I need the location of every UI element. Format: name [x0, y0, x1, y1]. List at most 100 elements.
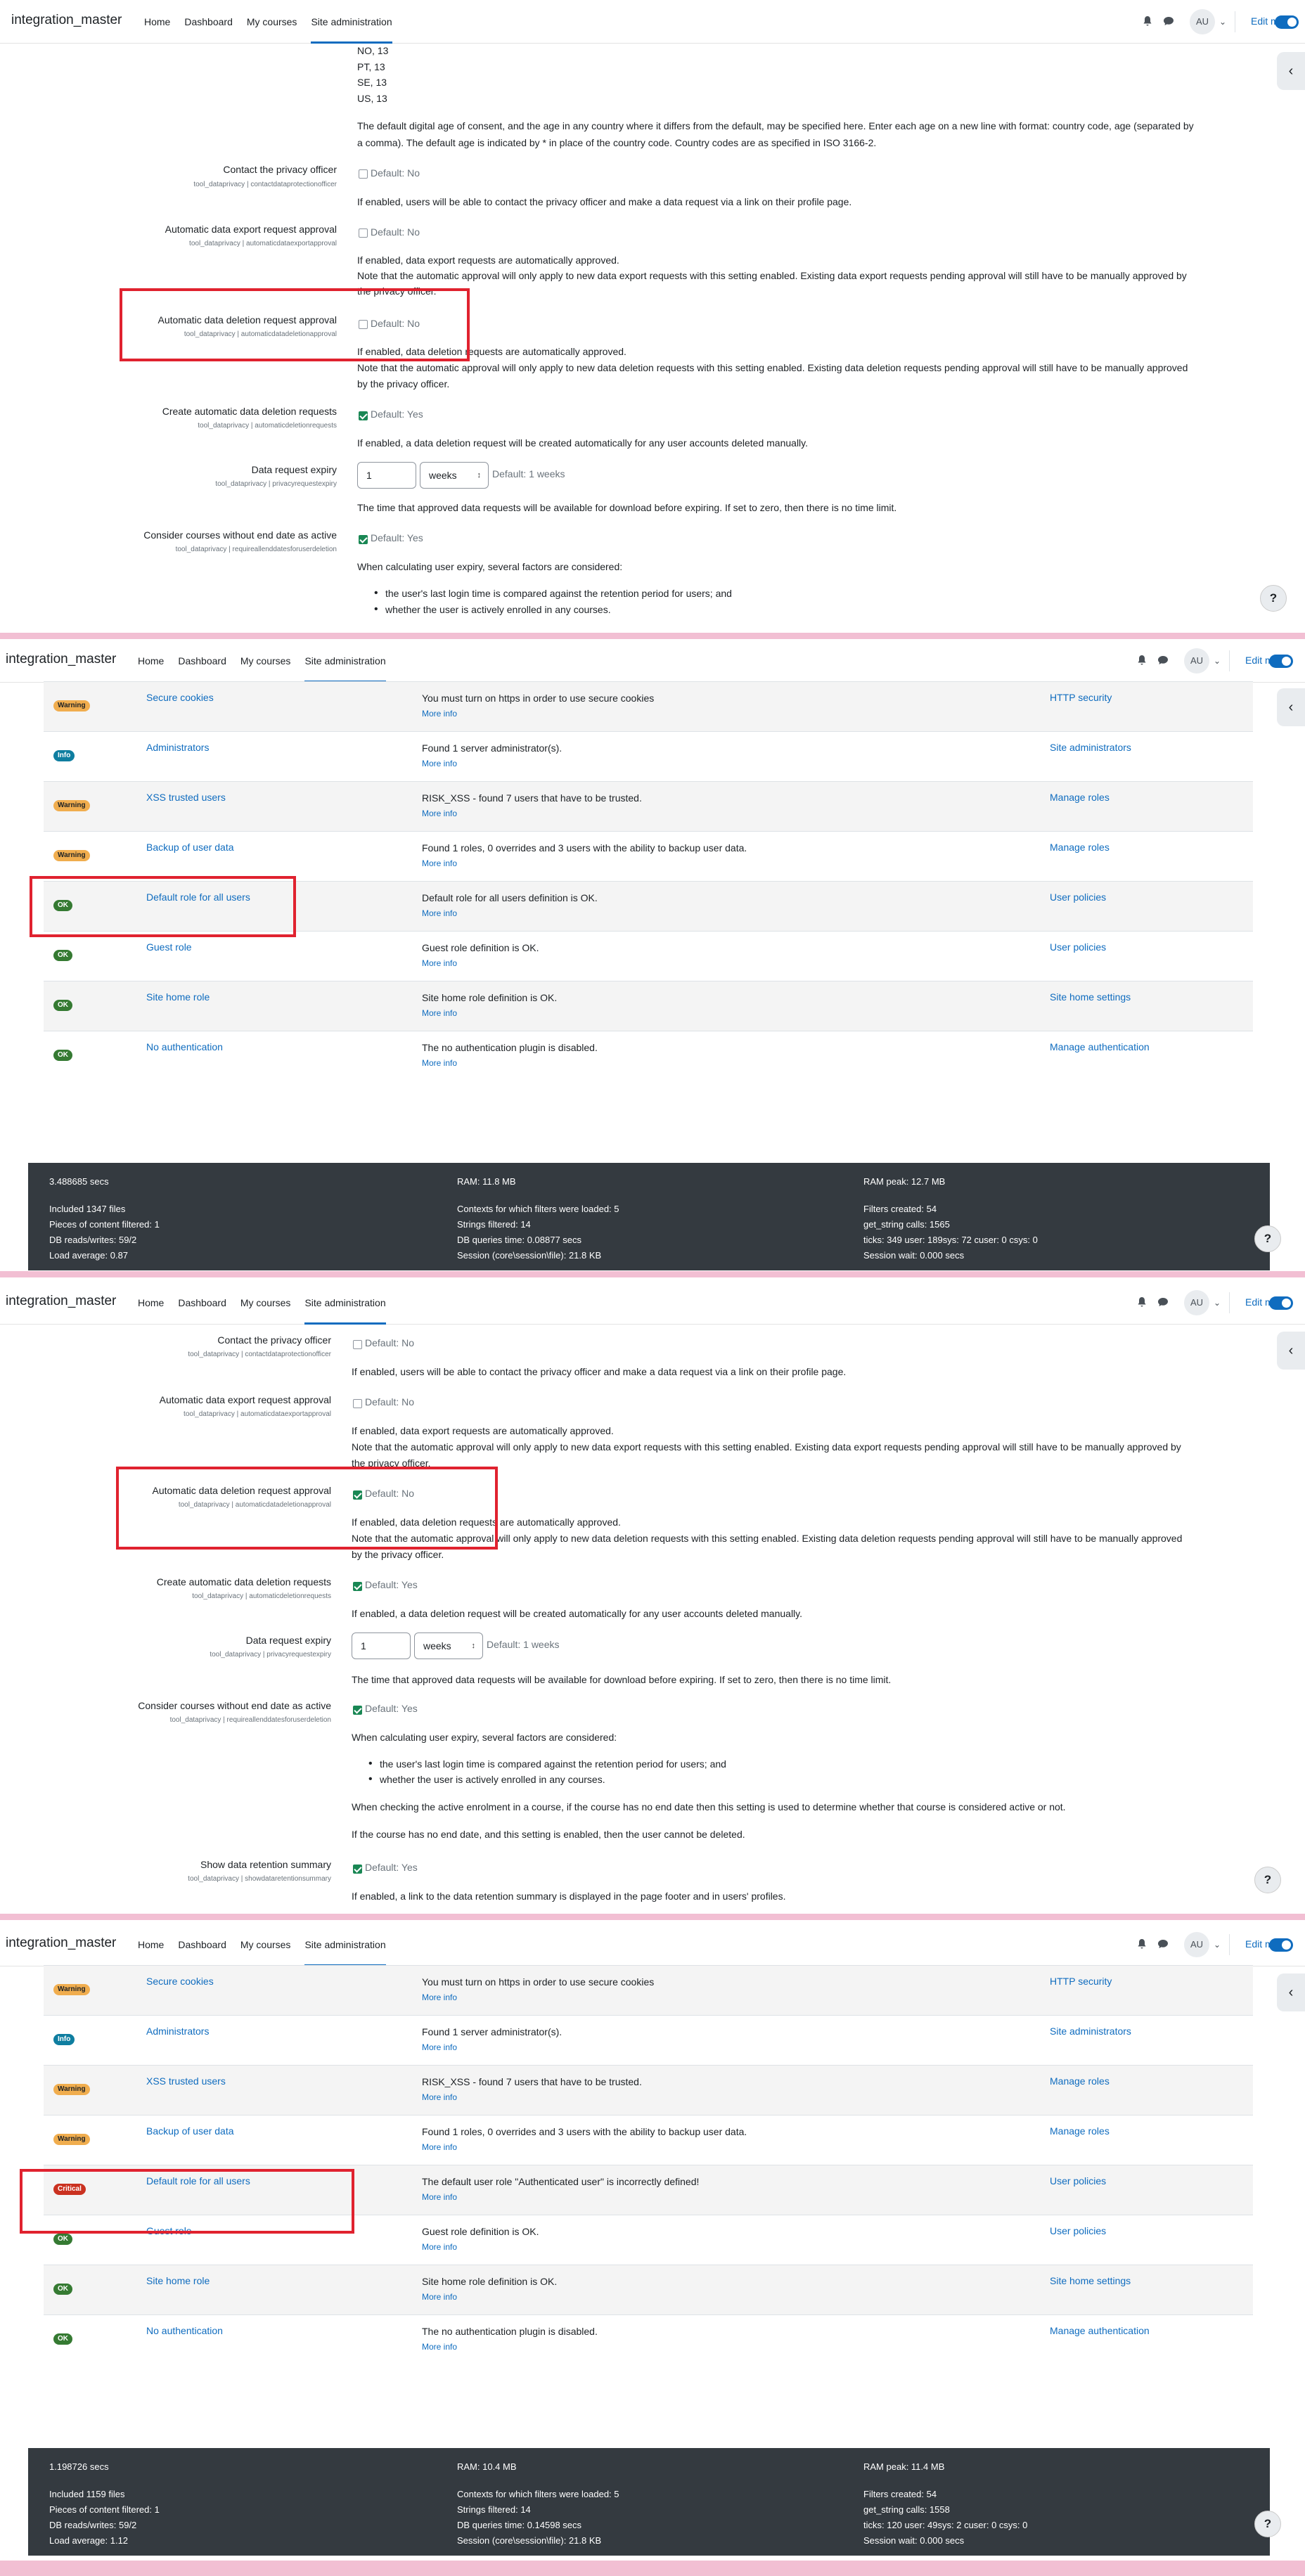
- more-info-link[interactable]: More info: [422, 1008, 457, 1018]
- action-link[interactable]: Site home settings: [1050, 2275, 1131, 2286]
- open-drawer-chevron-left-icon[interactable]: ‹: [1277, 1973, 1305, 2011]
- more-info-link[interactable]: More info: [422, 809, 457, 818]
- action-link[interactable]: Site administrators: [1050, 742, 1131, 753]
- contact-dpo-checkbox[interactable]: [353, 1340, 362, 1349]
- nav-dashboard[interactable]: Dashboard: [184, 0, 233, 44]
- nav-my-courses[interactable]: My courses: [240, 639, 291, 683]
- check-name-link[interactable]: No authentication: [146, 2325, 223, 2336]
- nav-home[interactable]: Home: [144, 0, 170, 44]
- more-info-link[interactable]: More info: [422, 908, 457, 918]
- action-link[interactable]: Manage roles: [1050, 842, 1110, 853]
- messages-chat-icon[interactable]: [1157, 1938, 1169, 1950]
- site-name[interactable]: integration_master: [6, 652, 116, 667]
- messages-chat-icon[interactable]: [1157, 1296, 1169, 1308]
- check-name-link[interactable]: Secure cookies: [146, 692, 214, 703]
- check-name-link[interactable]: No authentication: [146, 1041, 223, 1052]
- check-name-link[interactable]: Site home role: [146, 2275, 210, 2286]
- messages-chat-icon[interactable]: [1157, 655, 1169, 666]
- request-expiry-unit-select[interactable]: weeks: [420, 462, 489, 489]
- open-drawer-chevron-left-icon[interactable]: ‹: [1277, 688, 1305, 726]
- messages-chat-icon[interactable]: [1163, 15, 1174, 27]
- more-info-link[interactable]: More info: [422, 2242, 457, 2252]
- request-expiry-input[interactable]: 1: [352, 1632, 411, 1659]
- check-name-link[interactable]: Backup of user data: [146, 842, 234, 853]
- auto-export-approval-checkbox[interactable]: [359, 228, 368, 238]
- more-info-link[interactable]: More info: [422, 1058, 457, 1068]
- edit-mode-toggle[interactable]: [1269, 1938, 1293, 1952]
- user-menu-chevron-down-icon[interactable]: ⌄: [1214, 1298, 1221, 1308]
- check-name-link[interactable]: XSS trusted users: [146, 2075, 226, 2087]
- site-name[interactable]: integration_master: [6, 1294, 116, 1309]
- action-link[interactable]: User policies: [1050, 941, 1106, 953]
- nav-site-administration[interactable]: Site administration: [311, 0, 392, 44]
- request-expiry-input[interactable]: 1: [357, 462, 416, 489]
- nav-my-courses[interactable]: My courses: [240, 1281, 291, 1325]
- check-name-link[interactable]: Guest role: [146, 941, 192, 953]
- site-name[interactable]: integration_master: [11, 13, 122, 28]
- auto-export-approval-checkbox[interactable]: [353, 1399, 362, 1408]
- more-info-link[interactable]: More info: [422, 2092, 457, 2102]
- action-link[interactable]: Site administrators: [1050, 2026, 1131, 2037]
- open-drawer-chevron-left-icon[interactable]: ‹: [1277, 52, 1305, 90]
- action-link[interactable]: Manage roles: [1050, 2125, 1110, 2137]
- courses-no-enddate-checkbox[interactable]: [353, 1706, 362, 1715]
- action-link[interactable]: Manage roles: [1050, 2075, 1110, 2087]
- nav-my-courses[interactable]: My courses: [240, 1923, 291, 1966]
- nav-site-administration[interactable]: Site administration: [304, 639, 386, 683]
- action-link[interactable]: Manage roles: [1050, 792, 1110, 803]
- site-name[interactable]: integration_master: [6, 1936, 116, 1951]
- notifications-bell-icon[interactable]: [1136, 1938, 1148, 1950]
- more-info-link[interactable]: More info: [422, 759, 457, 768]
- notifications-bell-icon[interactable]: [1136, 655, 1148, 666]
- check-name-link[interactable]: Secure cookies: [146, 1976, 214, 1987]
- more-info-link[interactable]: More info: [422, 858, 457, 868]
- create-deletion-requests-checkbox[interactable]: [353, 1582, 362, 1591]
- more-info-link[interactable]: More info: [422, 2142, 457, 2152]
- notifications-bell-icon[interactable]: [1136, 1296, 1148, 1308]
- retention-summary-checkbox[interactable]: [353, 1865, 362, 1874]
- help-question-icon[interactable]: ?: [1254, 2511, 1281, 2537]
- action-link[interactable]: Site home settings: [1050, 991, 1131, 1003]
- more-info-link[interactable]: More info: [422, 2342, 457, 2352]
- nav-home[interactable]: Home: [138, 1923, 164, 1966]
- user-menu-chevron-down-icon[interactable]: ⌄: [1214, 1940, 1221, 1950]
- user-avatar[interactable]: AU: [1184, 648, 1209, 674]
- nav-home[interactable]: Home: [138, 1281, 164, 1325]
- check-name-link[interactable]: Administrators: [146, 2026, 209, 2037]
- more-info-link[interactable]: More info: [422, 709, 457, 719]
- check-name-link[interactable]: Backup of user data: [146, 2125, 234, 2137]
- user-menu-chevron-down-icon[interactable]: ⌄: [1219, 17, 1226, 27]
- courses-no-enddate-checkbox[interactable]: [359, 535, 368, 544]
- check-name-link[interactable]: Administrators: [146, 742, 209, 753]
- action-link[interactable]: Manage authentication: [1050, 2325, 1150, 2336]
- check-name-link[interactable]: Site home role: [146, 991, 210, 1003]
- nav-dashboard[interactable]: Dashboard: [178, 1923, 226, 1966]
- nav-home[interactable]: Home: [138, 639, 164, 683]
- action-link[interactable]: User policies: [1050, 2175, 1106, 2187]
- more-info-link[interactable]: More info: [422, 2042, 457, 2052]
- nav-dashboard[interactable]: Dashboard: [178, 639, 226, 683]
- more-info-link[interactable]: More info: [422, 958, 457, 968]
- notifications-bell-icon[interactable]: [1142, 15, 1153, 27]
- edit-mode-toggle[interactable]: [1269, 655, 1293, 668]
- action-link[interactable]: HTTP security: [1050, 692, 1112, 703]
- more-info-link[interactable]: More info: [422, 1992, 457, 2002]
- nav-dashboard[interactable]: Dashboard: [178, 1281, 226, 1325]
- help-question-icon[interactable]: ?: [1254, 1867, 1281, 1893]
- check-name-link[interactable]: XSS trusted users: [146, 792, 226, 803]
- user-avatar[interactable]: AU: [1184, 1290, 1209, 1315]
- user-menu-chevron-down-icon[interactable]: ⌄: [1214, 656, 1221, 666]
- action-link[interactable]: Manage authentication: [1050, 1041, 1150, 1052]
- help-question-icon[interactable]: ?: [1260, 585, 1287, 612]
- edit-mode-toggle[interactable]: [1275, 15, 1299, 29]
- more-info-link[interactable]: More info: [422, 2292, 457, 2302]
- user-avatar[interactable]: AU: [1190, 9, 1215, 34]
- user-avatar[interactable]: AU: [1184, 1932, 1209, 1957]
- edit-mode-toggle[interactable]: [1269, 1296, 1293, 1310]
- nav-my-courses[interactable]: My courses: [247, 0, 297, 44]
- open-drawer-chevron-left-icon[interactable]: ‹: [1277, 1332, 1305, 1370]
- nav-site-administration[interactable]: Site administration: [304, 1923, 386, 1966]
- action-link[interactable]: User policies: [1050, 2225, 1106, 2236]
- nav-site-administration[interactable]: Site administration: [304, 1281, 386, 1325]
- more-info-link[interactable]: More info: [422, 2192, 457, 2202]
